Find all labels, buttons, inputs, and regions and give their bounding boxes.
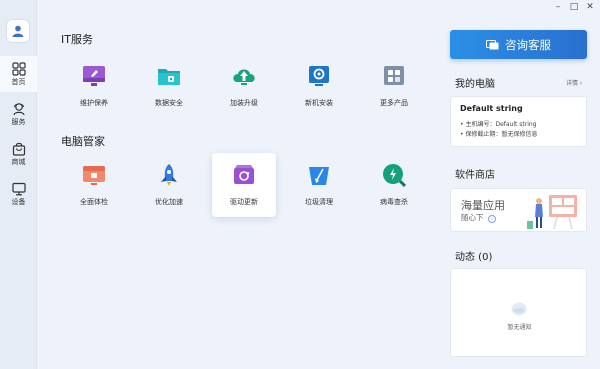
tile-driver-update[interactable]: 驱动更新: [212, 153, 276, 217]
new-install-icon: [309, 66, 329, 86]
driver-update-icon: [234, 165, 254, 184]
tile-upgrade[interactable]: 加装升级: [212, 54, 276, 118]
tile-antivirus[interactable]: 病毒查杀: [362, 153, 426, 217]
tile-label: 更多产品: [380, 99, 408, 107]
tile-new-install[interactable]: 新机安装: [287, 54, 351, 118]
tile-label: 新机安装: [305, 99, 333, 107]
upgrade-icon: [233, 69, 255, 85]
user-icon: [12, 25, 24, 37]
pc-serial: • 主机编号：Default string: [460, 121, 537, 128]
tile-label: 数据安全: [155, 99, 183, 107]
pc-section-title: 电脑管家: [61, 135, 105, 148]
home-grid-icon: [11, 62, 26, 76]
customer-service-button[interactable]: 咨询客服: [450, 30, 587, 59]
feed-empty-text: 暂无通知: [507, 324, 532, 331]
tile-optimize[interactable]: 优化加速: [137, 153, 201, 217]
service-icon: [12, 103, 25, 116]
tile-label: 病毒查杀: [380, 198, 408, 206]
data-security-icon: [158, 69, 180, 85]
store-sub-label: 随心下: [461, 213, 484, 222]
maintenance-icon: [83, 66, 105, 86]
pc-name: Default string: [460, 104, 523, 113]
tile-label: 维护保养: [80, 99, 108, 107]
sidebar-item-service[interactable]: 服务: [0, 96, 37, 132]
sidebar-item-home[interactable]: 首页: [0, 56, 37, 92]
tile-cleanup[interactable]: 垃圾清理: [287, 153, 351, 217]
it-section-title: IT服务: [61, 33, 93, 46]
right-panel: 咨询客服 我的电脑 详情 › Default string • 主机编号：Def…: [450, 0, 600, 369]
shopping-bag-icon: [12, 142, 25, 156]
tile-label: 加装升级: [230, 99, 258, 107]
software-store-card[interactable]: 海量应用 随心下 ›: [450, 188, 587, 232]
tile-label: 优化加速: [155, 198, 183, 206]
arrow-circle-icon: ›: [487, 215, 496, 223]
sidebar-item-devices[interactable]: 设备: [0, 176, 37, 212]
store-illustration: [527, 195, 577, 230]
store-title: 软件商店: [455, 170, 495, 181]
chat-icon: [486, 39, 499, 49]
tile-label: 驱动更新: [230, 198, 258, 206]
customer-service-label: 咨询客服: [505, 37, 551, 52]
store-headline: 海量应用: [461, 199, 505, 212]
tile-data-security[interactable]: 数据安全: [137, 54, 201, 118]
tile-maintenance[interactable]: 维护保养: [62, 54, 126, 118]
sidebar-item-label: 服务: [11, 118, 26, 126]
pc-warranty: • 保修截止期：暂无保修信息: [460, 131, 538, 138]
antivirus-icon: [383, 164, 406, 187]
checkup-icon: [83, 166, 105, 185]
sidebar-item-label: 商城: [11, 158, 26, 166]
feed-card: 暂无通知: [450, 268, 587, 357]
empty-bell-icon: [511, 302, 527, 316]
tile-label: 全面体检: [80, 198, 108, 206]
tile-label: 垃圾清理: [305, 198, 333, 206]
tile-more-products[interactable]: 更多产品: [362, 54, 426, 118]
sidebar-item-label: 首页: [11, 78, 26, 86]
tile-checkup[interactable]: 全面体检: [62, 153, 126, 217]
more-products-icon: [384, 66, 404, 85]
my-pc-title: 我的电脑: [455, 79, 495, 90]
main-panel: IT服务 维护保养 数据安全 加装升级 新机安装 更多产品 电脑管家 全面体检 …: [37, 0, 445, 369]
store-subtitle: 随心下 ›: [461, 212, 496, 223]
rocket-icon: [161, 164, 177, 186]
feed-title: 动态 (0): [455, 252, 493, 263]
my-pc-card[interactable]: Default string • 主机编号：Default string • 保…: [450, 96, 587, 147]
cleanup-icon: [309, 167, 329, 185]
my-pc-detail-link[interactable]: 详情 ›: [566, 78, 582, 87]
avatar[interactable]: [6, 19, 30, 43]
sidebar-item-label: 设备: [11, 198, 26, 206]
sidebar-item-store[interactable]: 商城: [0, 136, 37, 172]
sidebar: 首页 服务 商城 设备: [0, 0, 37, 369]
monitor-icon: [11, 182, 26, 196]
